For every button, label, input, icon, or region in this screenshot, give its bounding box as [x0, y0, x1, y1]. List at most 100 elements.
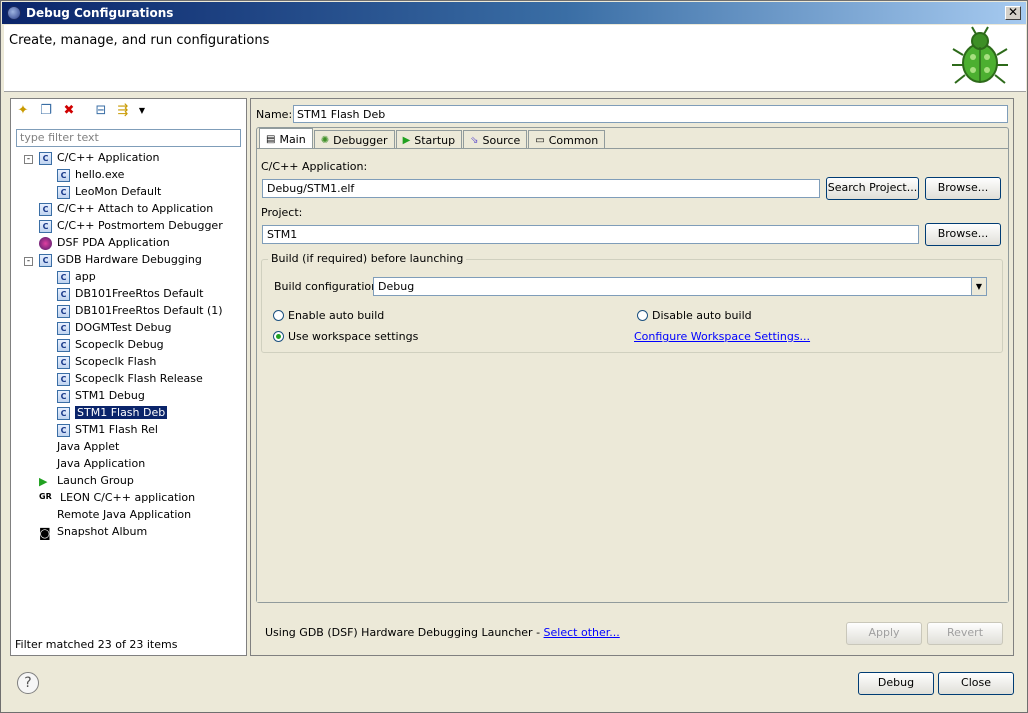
filter-input[interactable]: type filter text [16, 129, 241, 147]
delete-icon[interactable]: ✖ [61, 103, 77, 119]
tab-common[interactable]: ▭ Common [528, 130, 606, 148]
tree-item[interactable]: - C C/C++ Application [24, 151, 159, 168]
disable-auto-build-radio[interactable] [637, 310, 648, 321]
help-icon[interactable]: ? [17, 672, 39, 694]
tree-item[interactable]: C DOGMTest Debug [57, 321, 171, 338]
configuration-editor: Name: STM1 Flash Deb ▤ Main ✺ Debugger ▶ St… [250, 98, 1014, 656]
new-config-icon[interactable]: ✦ [15, 103, 31, 119]
tree-item[interactable]: Java Application [39, 457, 145, 474]
c-app-icon: C [39, 219, 52, 233]
duplicate-icon[interactable]: ❐ [38, 103, 54, 119]
tree-item[interactable]: C LeoMon Default [57, 185, 161, 202]
bug-icon [952, 26, 1008, 84]
tree-item-label: Scopeclk Flash Release [75, 372, 203, 385]
collapse-icon[interactable]: - [24, 155, 33, 164]
name-field[interactable]: STM1 Flash Deb [293, 105, 1008, 123]
c-config-icon: C [57, 304, 70, 318]
use-workspace-settings-radio[interactable] [273, 331, 284, 342]
c-config-icon: C [57, 321, 70, 335]
tree-toolbar: ✦ ❐ ✖ ⊟ ⇶ ▼ [11, 99, 246, 123]
configure-workspace-link[interactable]: Configure Workspace Settings... [634, 330, 810, 343]
enable-auto-build-label: Enable auto build [288, 309, 385, 322]
tab-row: ▤ Main ✺ Debugger ▶ Startup ⇘ Source ▭ Common [259, 128, 606, 148]
tree-item[interactable]: C STM1 Flash Deb [57, 406, 168, 423]
tree-item[interactable]: ◙ Snapshot Album [39, 525, 147, 542]
tree-item-label: C/C++ Attach to Application [57, 202, 214, 215]
build-group: Build (if required) before launching Bui… [261, 252, 1003, 353]
tree-item-label: hello.exe [75, 168, 125, 181]
tab-debugger-label: Debugger [333, 133, 388, 147]
build-group-title: Build (if required) before launching [268, 252, 467, 265]
tree-item-label: Remote Java Application [57, 508, 192, 521]
close-icon[interactable]: ✕ [1005, 6, 1021, 20]
browse-project-button[interactable]: Browse... [925, 223, 1001, 246]
tree-item[interactable]: - C GDB Hardware Debugging [24, 253, 202, 270]
tree-item[interactable]: GR LEON C/C++ application [39, 491, 195, 508]
tree-item-label: LEON C/C++ application [60, 491, 196, 504]
tree-item[interactable]: Remote Java Application [39, 508, 191, 525]
filter-icon[interactable]: ⇶ [115, 103, 131, 119]
tab-source-label: Source [482, 133, 521, 147]
title-bar: Debug Configurations ✕ [2, 2, 1026, 24]
source-tab-icon: ⇘ [470, 134, 479, 146]
tab-debugger[interactable]: ✺ Debugger [313, 130, 395, 148]
tree-item[interactable]: C DB101FreeRtos Default [57, 287, 203, 304]
tree-item-label: Scopeclk Flash [75, 355, 157, 368]
tree-item[interactable]: C C/C++ Attach to Application [39, 202, 213, 219]
c-config-icon: C [57, 389, 70, 403]
c-app-icon: C [39, 253, 52, 267]
filter-status: Filter matched 23 of 23 items [15, 638, 178, 651]
tree-item-label: Launch Group [57, 474, 134, 487]
use-workspace-settings-label: Use workspace settings [288, 330, 419, 343]
eclipse-icon [7, 6, 21, 20]
collapse-icon[interactable]: - [24, 257, 33, 266]
tree-item[interactable]: C Scopeclk Debug [57, 338, 164, 355]
app-field[interactable]: Debug/STM1.elf [262, 179, 820, 198]
revert-button[interactable]: Revert [927, 622, 1003, 645]
c-config-icon: C [57, 355, 70, 369]
project-label: Project: [261, 206, 303, 219]
pda-icon [39, 236, 52, 250]
tree-item-label: STM1 Flash Rel [75, 423, 158, 436]
camera-icon: ◙ [39, 525, 51, 540]
tree-item[interactable]: DSF PDA Application [39, 236, 170, 253]
tree-item[interactable]: C STM1 Flash Rel [57, 423, 158, 440]
close-button[interactable]: Close [938, 672, 1014, 695]
chevron-down-icon[interactable]: ▼ [134, 103, 150, 119]
search-project-button[interactable]: Search Project... [826, 177, 919, 200]
c-app-icon: C [39, 202, 52, 216]
tree-item[interactable]: C DB101FreeRtos Default (1) [57, 304, 223, 321]
tab-common-label: Common [548, 133, 599, 147]
tree-item-label: DB101FreeRtos Default (1) [75, 304, 223, 317]
c-config-icon: C [57, 168, 70, 182]
tree-item-label: LeoMon Default [75, 185, 162, 198]
tree-item[interactable]: ▶ Launch Group [39, 474, 134, 491]
tree-item[interactable]: C C/C++ Postmortem Debugger [39, 219, 223, 236]
tree-item-label: STM1 Flash Deb [75, 406, 168, 419]
tree-item[interactable]: C Scopeclk Flash [57, 355, 156, 372]
debug-configurations-dialog: Debug Configurations ✕ Create, manage, a… [0, 0, 1028, 713]
build-config-select[interactable]: Debug ▼ [373, 277, 987, 296]
browse-app-button[interactable]: Browse... [925, 177, 1001, 200]
main-tab-content: C/C++ Application: Debug/STM1.elf Search… [257, 148, 1008, 602]
tree-item[interactable]: Java Applet [39, 440, 119, 457]
tab-source[interactable]: ⇘ Source [463, 130, 528, 148]
tab-startup[interactable]: ▶ Startup [395, 130, 463, 148]
tree-item[interactable]: Chello.exe [57, 168, 124, 185]
collapse-all-icon[interactable]: ⊟ [93, 103, 109, 119]
tree-item[interactable]: C Scopeclk Flash Release [57, 372, 203, 389]
chevron-down-icon[interactable]: ▼ [971, 278, 986, 295]
tree-item[interactable]: Capp [57, 270, 96, 287]
launcher-text: Using GDB (DSF) Hardware Debugging Launc… [265, 626, 544, 639]
project-field[interactable]: STM1 [262, 225, 919, 244]
apply-button[interactable]: Apply [846, 622, 922, 645]
enable-auto-build-radio[interactable] [273, 310, 284, 321]
tree-item-label: app [75, 270, 96, 283]
disable-auto-build-label: Disable auto build [652, 309, 752, 322]
tree-item-label: DOGMTest Debug [75, 321, 172, 334]
launcher-info: Using GDB (DSF) Hardware Debugging Launc… [265, 626, 620, 639]
debug-button[interactable]: Debug [858, 672, 934, 695]
tab-main[interactable]: ▤ Main [259, 128, 313, 148]
select-other-link[interactable]: Select other... [544, 626, 620, 639]
tree-item[interactable]: C STM1 Debug [57, 389, 145, 406]
